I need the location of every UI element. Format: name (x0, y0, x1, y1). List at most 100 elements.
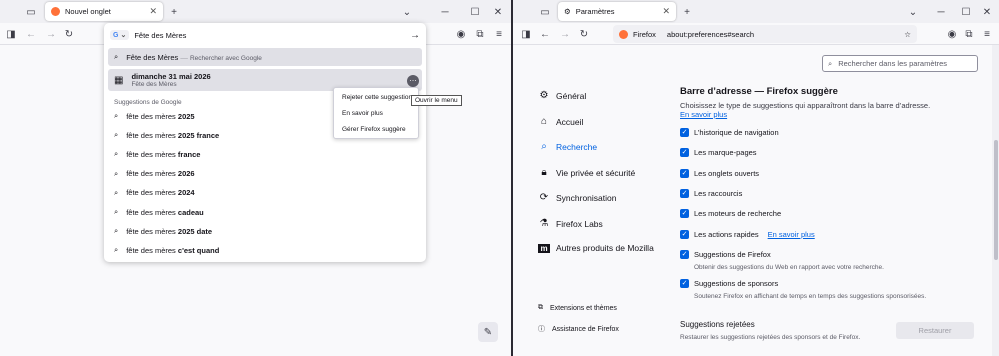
menu-item-learn-more[interactable]: En savoir plus (342, 110, 383, 117)
checkbox-sponsor-suggestions[interactable]: ✓ Suggestions de sponsors (680, 279, 778, 288)
maximize-icon[interactable]: ☐ (468, 5, 482, 19)
plus-icon[interactable]: + (680, 5, 694, 19)
chevron-down-icon[interactable]: ⌄ (400, 5, 414, 19)
close-icon[interactable]: ✕ (149, 6, 157, 17)
event-subtitle: Fête des Mères (131, 81, 177, 88)
firefox-logo-icon (619, 29, 628, 39)
search-placeholder: Rechercher dans les paramètres (838, 59, 948, 68)
tab-list-icon[interactable]: ▭ (24, 5, 38, 19)
tab-list-icon[interactable]: ▭ (538, 5, 552, 19)
checkbox-option[interactable]: ✓ L’historique de navigation (680, 128, 779, 137)
urlbar-input[interactable]: G ⌄ Fête des Mères → (110, 27, 420, 43)
nav-support[interactable]: ⓘ Assistance de Firefox (538, 324, 619, 334)
checkbox-option[interactable]: ✓ Les moteurs de recherche (680, 209, 781, 219)
section-description: Choisissez le type de suggestions qui ap… (680, 101, 930, 119)
close-window-icon[interactable]: ✕ (491, 5, 505, 19)
checkbox-option[interactable]: ✓ Les actions rapides En savoir plus (680, 229, 815, 239)
forward-icon[interactable]: → (44, 27, 58, 41)
search-icon: ⌕ (114, 111, 119, 120)
menu-icon[interactable]: ≡ (492, 27, 506, 41)
suggestion-prefix: fête des mères (126, 226, 178, 236)
search-icon: ⌕ (114, 149, 119, 159)
suggestion-bold: c'est quand (177, 245, 220, 255)
checkbox-option[interactable]: ✓ Les raccourcis (680, 188, 742, 198)
nav-addons[interactable]: ⧉ Extensions et thèmes (538, 304, 617, 312)
event-title: dimanche 31 mai 2026 (131, 72, 211, 81)
suggestion-bold: 2025 france (177, 130, 220, 140)
minimize-icon[interactable]: ─ (438, 5, 452, 19)
account-icon[interactable]: ◉ (945, 27, 959, 41)
firefox-logo-icon (51, 7, 60, 16)
extensions-icon[interactable]: ⧉ (962, 27, 976, 41)
suggestion-bold: 2025 date (177, 226, 213, 236)
extensions-icon[interactable]: ⧉ (473, 27, 487, 41)
plus-icon[interactable]: + (167, 5, 181, 19)
home-icon: ⌂ (540, 116, 548, 127)
suggestion-row[interactable]: ⌕ fête des mères 2026 (108, 165, 422, 183)
edit-icon[interactable]: ✎ (478, 322, 498, 342)
menu-item-manage[interactable]: Gérer Firefox suggère (342, 126, 406, 133)
sidebar-icon[interactable]: ◨ (4, 27, 18, 41)
menu-icon[interactable]: ≡ (980, 27, 994, 41)
nav-sync[interactable]: ⟳ Synchronisation (538, 192, 617, 203)
checkbox-checked-icon[interactable]: ✓ (680, 209, 689, 219)
nav-mozilla[interactable]: m Autres produits de Mozilla (538, 243, 654, 253)
checkbox-checked-icon[interactable]: ✓ (680, 250, 689, 259)
search-with-google-row[interactable]: ⌕ Fête des Mères — Rechercher avec Googl… (108, 48, 422, 66)
checkbox-checked-icon[interactable]: ✓ (680, 229, 689, 239)
suggestion-bold: cadeau (177, 207, 204, 217)
urlbar-dropdown: G ⌄ Fête des Mères → ⌕ Fête des Mères — R… (104, 23, 426, 262)
checkbox-option[interactable]: ✓ Les marque-pages (680, 148, 757, 158)
account-icon[interactable]: ◉ (454, 27, 468, 41)
star-icon[interactable]: ☆ (904, 30, 911, 39)
nav-label: Vie privée et sécurité (556, 167, 636, 178)
back-icon[interactable]: ← (24, 27, 38, 41)
urlbar[interactable]: Firefox about:preferences#search ☆ (613, 25, 917, 43)
menu-item-dismiss[interactable]: Rejeter cette suggestion (342, 94, 412, 101)
minimize-icon[interactable]: ─ (934, 5, 948, 19)
search-engine-button[interactable]: G ⌄ (110, 30, 130, 40)
checkbox-checked-icon[interactable]: ✓ (680, 168, 689, 178)
reload-icon[interactable]: ↻ (62, 27, 76, 41)
description-text: Choisissez le type de suggestions qui ap… (680, 101, 931, 110)
checkbox-checked-icon[interactable]: ✓ (680, 188, 689, 198)
nav-privacy[interactable]: 🔒︎ Vie privée et sécurité (538, 167, 635, 178)
option-label: Les actions rapides (694, 229, 759, 239)
suggestion-row[interactable]: ⌕ fête des mères 2024 (108, 184, 422, 202)
suggestion-prefix: fête des mères (126, 111, 178, 121)
checkbox-firefox-suggestions[interactable]: ✓ Suggestions de Firefox (680, 250, 771, 259)
option-label: Les marque-pages (694, 148, 757, 158)
sidebar-icon[interactable]: ◨ (519, 27, 533, 41)
scrollbar-thumb[interactable] (994, 140, 998, 260)
suggestion-row[interactable]: ⌕ fête des mères c'est quand (108, 241, 422, 259)
suggestion-row[interactable]: ⌕ fête des mères cadeau (108, 203, 422, 221)
reload-icon[interactable]: ↻ (577, 27, 591, 41)
nav-search[interactable]: ⌕ Recherche (538, 141, 597, 152)
suggestion-prefix: fête des mères (126, 188, 178, 198)
close-window-icon[interactable]: ✕ (980, 5, 994, 19)
checkbox-checked-icon[interactable]: ✓ (680, 148, 689, 158)
maximize-icon[interactable]: ☐ (959, 5, 973, 19)
nav-labs[interactable]: ⚗ Firefox Labs (538, 218, 603, 229)
preferences-search-input[interactable]: ⌕ Rechercher dans les paramètres (822, 55, 978, 72)
restore-button[interactable]: Restaurer (896, 322, 974, 339)
nav-home[interactable]: ⌂ Accueil (538, 116, 583, 127)
suggestion-row[interactable]: ⌕ fête des mères france (108, 145, 422, 163)
suggestion-row[interactable]: ⌕ fête des mères 2025 date (108, 222, 422, 240)
section-label: Suggestions de Google (114, 99, 182, 106)
back-icon[interactable]: ← (538, 27, 552, 41)
chevron-down-icon: ⌄ (120, 32, 127, 39)
nav-general[interactable]: ⚙ Général (538, 90, 587, 101)
checkbox-option[interactable]: ✓ Les onglets ouverts (680, 168, 759, 178)
checkbox-checked-icon[interactable]: ✓ (680, 279, 689, 288)
more-options-icon[interactable]: … (407, 75, 419, 87)
quick-actions-learn-more-link[interactable]: En savoir plus (768, 230, 815, 239)
arrow-right-icon[interactable]: → (410, 30, 420, 41)
tab-settings[interactable]: ⚙ Paramètres ✕ (558, 2, 676, 21)
tab-new-tab[interactable]: Nouvel onglet ✕ (45, 2, 163, 21)
learn-more-link[interactable]: En savoir plus (680, 110, 930, 119)
chevron-down-icon[interactable]: ⌄ (906, 5, 920, 19)
close-icon[interactable]: ✕ (662, 6, 670, 17)
checkbox-checked-icon[interactable]: ✓ (680, 128, 689, 137)
forward-icon[interactable]: → (558, 27, 572, 41)
